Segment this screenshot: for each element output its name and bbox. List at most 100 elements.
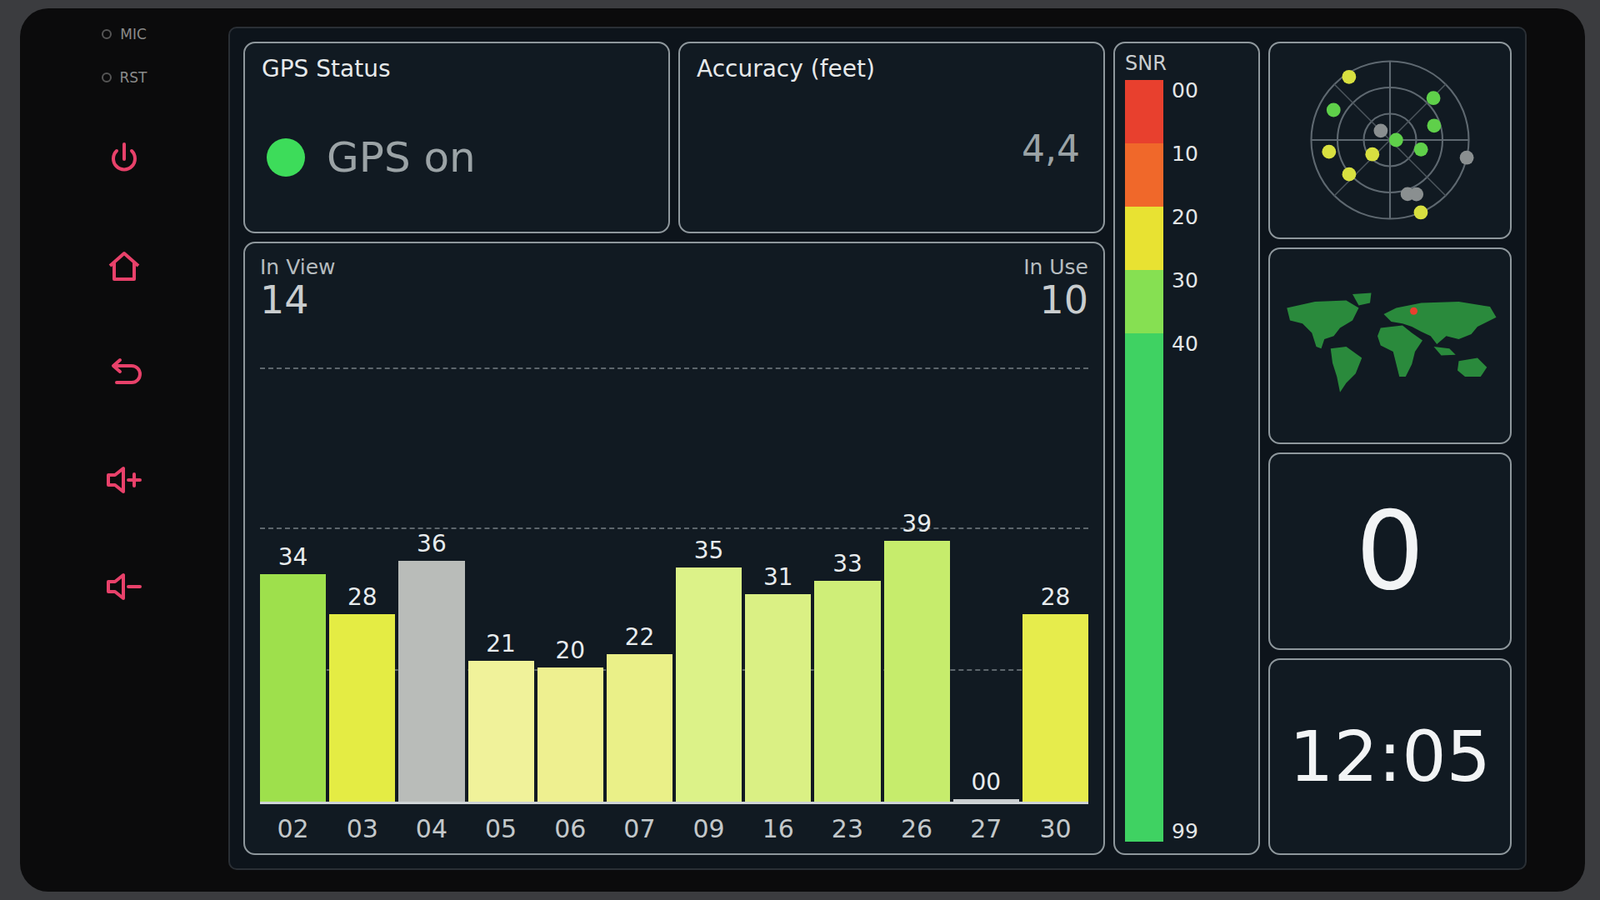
bar-column: 39 [884,330,950,802]
satellite-dot-fill [1414,142,1429,157]
gps-status-title: GPS Status [245,43,669,83]
snr-segment: 00 [1125,80,1250,144]
bar-column: 00 [953,330,1020,802]
satellite-dot [1373,124,1388,139]
snr-value: 34 [260,543,326,575]
in-view-count: 14 [260,279,336,322]
head-unit: MICRST GPS Status GPS on Accuracy (feet)4,… [20,8,1585,892]
snr-tick: 20 [1171,206,1199,228]
snr-value: 21 [468,630,535,661]
bar-fill [260,574,326,802]
bar-row: 342836212022353133390028 [260,330,1089,802]
satellite-id: 27 [953,814,1020,844]
satellite-id: 04 [398,814,465,844]
snr-color-block [1125,80,1164,144]
x-axis: 020304050607091623262730 [260,801,1089,844]
bezel-label: MIC [101,25,147,44]
snr-color-block [1125,333,1164,842]
clock-card: 12:05 [1268,658,1512,856]
satellite-id: 23 [814,814,880,844]
snr-bar [329,614,395,802]
right-column: 012:05 [1268,41,1512,855]
satellite-dot-fill [1365,147,1380,162]
snr-value: 28 [1022,583,1089,615]
volume-down-button[interactable] [100,563,148,610]
bar-column: 28 [1022,330,1089,802]
volume-up-button[interactable] [100,456,148,504]
bar-column: 22 [606,330,673,802]
snr-tick: 10 [1171,143,1199,165]
bar-fill [1022,614,1089,802]
in-view-label: In View [260,255,336,280]
snr-tick: 30 [1171,270,1199,291]
snr-value: 39 [884,510,950,541]
satellite-dot [1389,133,1404,148]
in-use-label: In Use [1023,255,1089,280]
satellite-dot-fill [1342,167,1357,182]
satellite-dot-fill [1460,150,1475,165]
bar-fill [468,660,535,802]
bar-column: 21 [468,330,535,802]
top-row: GPS Status GPS on Accuracy (feet)4,4 [243,41,1105,234]
snr-bar [537,667,604,802]
snr-bar [884,540,950,802]
back-button[interactable] [100,350,148,397]
snr-bar [675,567,742,802]
snr-segment: 30 [1125,270,1250,334]
satellite-dot-fill [1414,205,1429,220]
grid-line [260,367,1089,370]
snr-value: 33 [814,550,880,581]
satellite-dot-fill [1373,124,1388,139]
satellite-chart: In View14 In Use10 34 28 36 212022 3531333900 2… [243,241,1105,855]
satellite-dot [1426,91,1441,106]
bar-fill [606,654,673,802]
snr-color-block [1125,143,1164,207]
sky-plot [1302,52,1478,228]
in-use-count: 10 [1039,279,1089,322]
satellite-dot-fill [1321,145,1336,160]
snr-color-block [1125,206,1164,270]
snr-tick-labels: 20 [1171,206,1199,270]
gps-screen: GPS Status GPS on Accuracy (feet)4,4 In Vi… [228,26,1527,870]
accuracy-title: Accuracy (feet) [680,43,1104,83]
snr-value: 35 [675,536,742,568]
snr-tick-labels: 10 [1171,143,1199,207]
bezel-label-text: MIC [120,25,147,43]
bar-column: 20 [537,330,604,802]
bezel: MICRST [20,8,229,892]
satellite-dot-fill [1326,103,1341,118]
snr-bar [398,560,465,802]
satellite-id: 02 [260,814,326,844]
satellite-id: 03 [329,814,395,844]
snr-segment: 10 [1125,143,1250,207]
home-button[interactable] [100,243,148,290]
gps-status-row: GPS on [245,82,669,232]
satellite-id: 16 [745,814,811,844]
satellite-dot-fill [1341,70,1356,85]
satellite-dot [1460,150,1475,165]
power-button[interactable] [100,136,148,184]
snr-bar [1022,614,1089,802]
satellite-dot [1414,205,1429,220]
speed-card: 0 [1268,452,1512,650]
snr-value: 31 [745,563,811,595]
satellite-dot [1427,119,1442,134]
satellite-dot [1365,147,1380,162]
home-icon [103,245,145,288]
bar-column: 36 [398,330,465,802]
accuracy-card: Accuracy (feet)4,4 [678,41,1105,234]
snr-value: 22 [606,623,673,655]
world-map [1277,289,1503,402]
in-view-block: In View14 [260,255,336,322]
snr-value: 36 [398,530,465,561]
snr-segment: 20 [1125,206,1250,270]
in-use-block: In Use10 [1023,255,1089,322]
snr-tick: 99 [1171,820,1199,842]
location-dot [1410,307,1418,315]
gps-status-label: GPS on [326,133,476,182]
snr-bar [468,660,535,802]
bar-fill [884,540,950,802]
hole-icon [101,72,112,83]
grid-line [260,527,1089,530]
bar-fill [329,614,395,802]
